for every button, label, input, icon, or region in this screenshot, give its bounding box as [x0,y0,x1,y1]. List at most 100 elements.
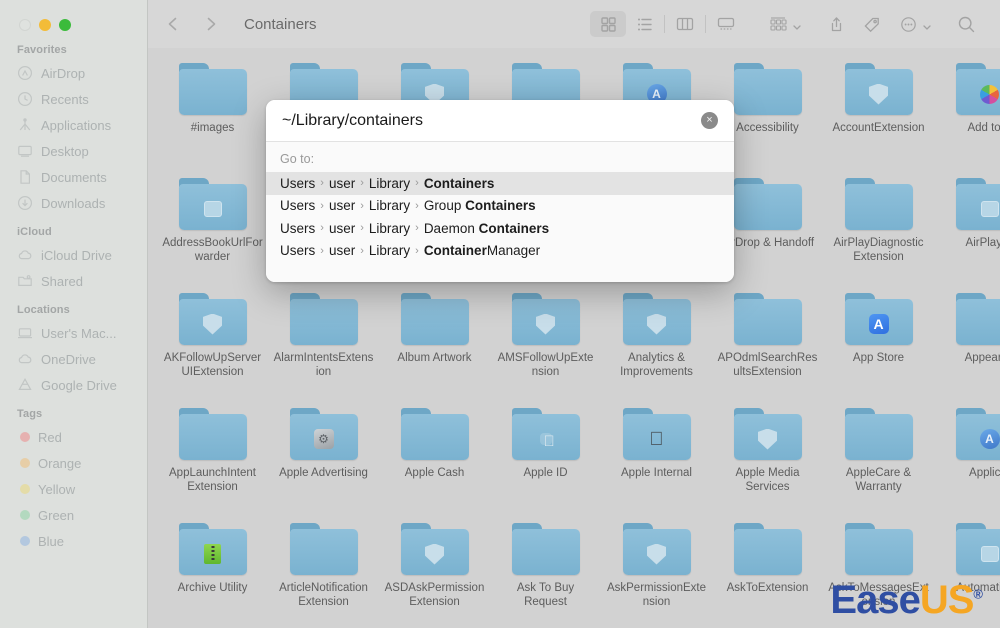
file-item[interactable]: AKFollowUpServerUIExtension [157,288,268,403]
suggestion-row[interactable]: Users›user›Library›ContainerManager [266,240,734,263]
path-segment: Users [280,243,315,258]
file-item[interactable]: ASDAskPermissionExtension [379,518,490,628]
sidebar-item-google-drive[interactable]: Google Drive [0,372,147,398]
path-segment: user [329,243,355,258]
sidebar-item-label: Red [38,430,62,445]
file-item[interactable]: AirPlayDiagnostic Extension [823,173,934,288]
tag-button[interactable] [854,11,890,37]
forward-button[interactable] [202,15,220,33]
chevron-down-icon-2[interactable] [922,19,932,29]
file-item[interactable]: Archive Utility [157,518,268,628]
shield-icon [758,429,777,450]
folder-icon [623,523,691,575]
go-to-folder-field[interactable]: × [266,100,734,142]
group-by-button[interactable] [760,11,796,37]
sidebar-item-green[interactable]: Green [0,502,147,528]
file-item[interactable]: Album Artwork [379,288,490,403]
sidebar-item-red[interactable]: Red [0,424,147,450]
sidebar-item-downloads[interactable]: Downloads [0,190,147,216]
sidebar-item-documents[interactable]: Documents [0,164,147,190]
sidebar-item-yellow[interactable]: Yellow [0,476,147,502]
folder-icon [179,178,247,230]
suggestion-row[interactable]: Users›user›Library›Containers [266,172,734,195]
file-item[interactable]: Apple Cash [379,403,490,518]
folder-badge [202,198,224,220]
more-button[interactable] [890,11,926,37]
folder-badge: ⚙ [313,428,335,450]
sidebar-group-title: Locations [0,294,147,320]
file-item[interactable]: AApplicat [934,403,1000,518]
file-item[interactable]: AMSFollowUpExtension [490,288,601,403]
file-label: Add to P [939,121,1000,135]
file-item[interactable]: Add to P [934,58,1000,173]
file-item[interactable]: Apple Media Services [712,403,823,518]
path-separator-icon: › [320,245,324,257]
folder-badge [535,543,557,565]
zoom-button[interactable] [59,19,71,31]
file-item[interactable]: AppLaunchIntent Extension [157,403,268,518]
suggestion-list: Go to: Users›user›Library›ContainersUser… [266,142,734,282]
path-segment: Users [280,176,315,191]
sidebar-item-label: Downloads [41,196,105,211]
file-item[interactable]: AlarmIntentsExtension [268,288,379,403]
folder-badge [868,543,890,565]
file-item[interactable]: AppleCare & Warranty [823,403,934,518]
back-button[interactable] [164,15,182,33]
square-icon [204,201,222,217]
file-label: Apple Internal [606,466,708,480]
folder-badge [202,543,224,565]
sidebar-item-orange[interactable]: Orange [0,450,147,476]
file-label: AccountExtension [828,121,930,135]
sidebar-item-airdrop[interactable]: AirDrop [0,60,147,86]
file-item[interactable]: AirPlayUI [934,173,1000,288]
file-item[interactable]: AskToExtension [712,518,823,628]
share-button[interactable] [818,11,854,37]
sidebar-item-applications[interactable]: Applications [0,112,147,138]
path-input[interactable] [282,112,701,130]
gallery-view-button[interactable] [708,11,744,37]
file-item[interactable]: Ask To Buy Request [490,518,601,628]
file-label: Apple Media Services [717,466,819,494]
file-item[interactable]: Appearan [934,288,1000,403]
file-label: Appearan [939,351,1000,365]
list-view-button[interactable] [626,11,662,37]
folder-badge [202,428,224,450]
suggestion-row[interactable]: Users›user›Library›Group Containers [266,195,734,218]
sidebar-item-user-s-mac[interactable]: User's Mac... [0,320,147,346]
path-segment: Library [369,176,410,191]
close-button[interactable] [19,19,31,31]
folder-badge [424,543,446,565]
file-item[interactable]: AddressBookUrlForwarder [157,173,268,288]
icon-view-button[interactable] [590,11,626,37]
file-item[interactable]: AccountExtension [823,58,934,173]
sidebar-item-shared[interactable]: Shared [0,268,147,294]
chevron-down-icon[interactable] [792,19,802,29]
file-item[interactable]: #images [157,58,268,173]
minimize-button[interactable] [39,19,51,31]
file-item[interactable]: Analytics & Improvements [601,288,712,403]
advertising-icon: ⚙ [314,429,334,449]
photos-icon [980,85,999,104]
folder-badge [202,83,224,105]
folder-badge: A [979,428,1000,450]
file-item[interactable]: Apple ID [490,403,601,518]
tag-dot-icon [20,484,30,494]
path-separator-icon: › [415,222,419,234]
sidebar-item-onedrive[interactable]: OneDrive [0,346,147,372]
file-item[interactable]: ArticleNotification Extension [268,518,379,628]
search-icon[interactable] [948,11,984,37]
file-label: AppleCare & Warranty [828,466,930,494]
file-item[interactable]: APOdmlSearchResultsExtension [712,288,823,403]
folder-badge [757,543,779,565]
file-item[interactable]: ⚙Apple Advertising [268,403,379,518]
file-item[interactable]: AApp Store [823,288,934,403]
file-item[interactable]: Apple Internal [601,403,712,518]
suggestion-row[interactable]: Users›user›Library›Daemon Containers [266,217,734,240]
sidebar-item-recents[interactable]: Recents [0,86,147,112]
sidebar-item-desktop[interactable]: Desktop [0,138,147,164]
column-view-button[interactable] [667,11,703,37]
clear-icon[interactable]: × [701,112,718,129]
sidebar-item-icloud-drive[interactable]: iCloud Drive [0,242,147,268]
file-item[interactable]: AskPermissionExtension [601,518,712,628]
sidebar-item-blue[interactable]: Blue [0,528,147,554]
